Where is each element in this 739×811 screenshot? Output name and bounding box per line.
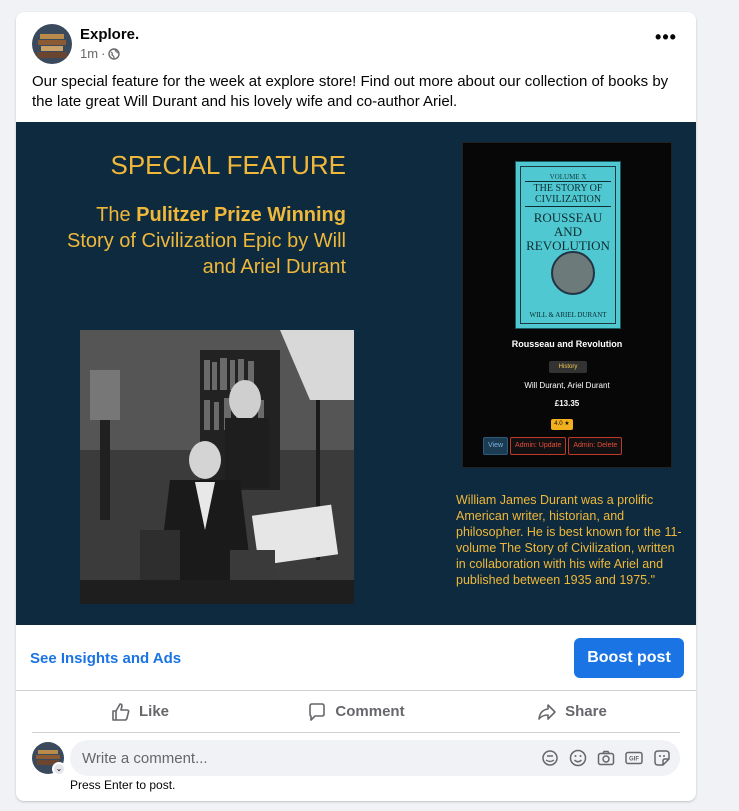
product-title: Rousseau and Revolution: [511, 339, 623, 349]
sub-line1-b: Pulitzer Prize Winning: [136, 204, 346, 226]
like-label: Like: [138, 703, 169, 720]
cover-title: ROUSSEAU AND REVOLUTION: [521, 211, 615, 253]
emoji-icon[interactable]: [568, 748, 588, 768]
globe-icon[interactable]: [108, 47, 121, 60]
gif-icon[interactable]: GIF: [624, 748, 644, 768]
insights-bar: See Insights and Ads Boost post: [16, 625, 696, 691]
product-buttons: View Admin: Update Admin: Delete: [483, 437, 623, 455]
chevron-down-icon[interactable]: ⌄: [52, 762, 66, 776]
boost-post-button[interactable]: Boost post: [574, 638, 684, 678]
durant-photo: [80, 330, 354, 604]
comment-box: GIF: [70, 740, 680, 776]
comment-tools: GIF: [540, 748, 672, 768]
see-insights-link[interactable]: See Insights and Ads: [30, 650, 181, 667]
svg-text:GIF: GIF: [629, 757, 639, 763]
sub-line1-a: The: [96, 204, 137, 226]
page-avatar[interactable]: [32, 24, 72, 64]
admin-delete-button[interactable]: Admin: Delete: [568, 437, 623, 455]
comment-button[interactable]: Comment: [248, 691, 464, 732]
cover-authors: WILL & ARIEL DURANT: [529, 311, 607, 319]
cover-series-line1: THE STORY OF: [533, 183, 603, 194]
page-name[interactable]: Explore.: [80, 26, 139, 43]
comment-composer: ⌄ GIF: [32, 740, 680, 776]
image-heading: SPECIAL FEATURE: [110, 150, 347, 180]
post-image[interactable]: SPECIAL FEATURE The Pulitzer Prize Winni…: [16, 122, 696, 625]
post-header: Explore. 1m · •••: [16, 12, 696, 70]
sub-line2: Story of Civilization Epic by Will: [67, 230, 346, 252]
rating-badge: 4.0 ★: [551, 419, 573, 430]
comment-input[interactable]: [82, 748, 522, 768]
sub-line3: and Ariel Durant: [202, 256, 346, 278]
like-button[interactable]: Like: [32, 691, 248, 732]
book-cover[interactable]: VOLUME X THE STORY OF CIVILIZATION ROUSS…: [515, 161, 621, 329]
share-label: Share: [565, 703, 607, 720]
product-price: £13.35: [554, 399, 580, 408]
admin-update-button[interactable]: Admin: Update: [510, 437, 567, 455]
image-quote: William James Durant was a prolific Amer…: [456, 493, 682, 587]
avatar-sticker-icon[interactable]: [540, 748, 560, 768]
cover-series: THE STORY OF CIVILIZATION: [525, 181, 611, 207]
post-meta: 1m ·: [80, 46, 121, 61]
cover-volume: VOLUME X: [549, 173, 587, 181]
share-button[interactable]: Share: [464, 691, 680, 732]
post-actions: Like Comment Share: [32, 691, 680, 733]
meta-separator: ·: [101, 46, 106, 61]
view-button[interactable]: View: [483, 437, 509, 455]
cover-series-line2: CIVILIZATION: [534, 194, 602, 205]
cover-title-line1: ROUSSEAU AND: [533, 210, 603, 239]
product-authors: Will Durant, Ariel Durant: [524, 381, 610, 390]
cover-portrait: [551, 251, 595, 295]
comment-icon: [309, 702, 326, 721]
post-text: Our special feature for the week at expl…: [32, 73, 669, 110]
press-enter-hint: Press Enter to post.: [70, 778, 176, 792]
product-card[interactable]: VOLUME X THE STORY OF CIVILIZATION ROUSS…: [462, 142, 672, 468]
category-badge: History: [549, 361, 587, 373]
sticker-icon[interactable]: [652, 748, 672, 768]
camera-icon[interactable]: [596, 748, 616, 768]
share-arrow-icon: [538, 703, 556, 720]
post-card: Explore. 1m · ••• Our special feature fo…: [16, 12, 696, 801]
more-options-icon[interactable]: •••: [652, 28, 680, 50]
thumbs-up-icon: [112, 702, 130, 721]
image-subheading: The Pulitzer Prize Winning Story of Civi…: [16, 202, 346, 280]
comment-label: Comment: [335, 703, 405, 720]
post-time[interactable]: 1m: [80, 46, 98, 61]
